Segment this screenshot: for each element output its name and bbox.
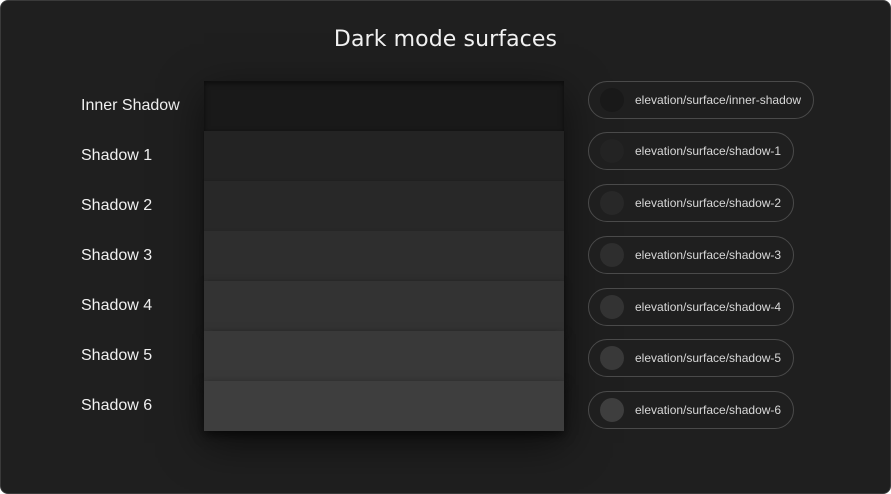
row-label-shadow-5: Shadow 5 — [81, 347, 153, 364]
row-label-shadow-6: Shadow 6 — [81, 397, 153, 414]
color-dot-icon — [600, 139, 624, 163]
token-chip-shadow-2[interactable]: elevation/surface/shadow-2 — [588, 184, 795, 222]
token-chip-shadow-4[interactable]: elevation/surface/shadow-4 — [588, 288, 795, 326]
token-name: elevation/surface/shadow-4 — [635, 300, 782, 314]
row-labels: Inner Shadow Shadow 1 Shadow 2 Shadow 3 … — [81, 81, 201, 431]
token-name: elevation/surface/shadow-5 — [635, 351, 782, 365]
swatch-shadow-6 — [204, 381, 564, 431]
surface-swatch-stack — [204, 81, 564, 431]
color-dot-icon — [600, 88, 624, 112]
token-name: elevation/surface/shadow-3 — [635, 248, 782, 262]
color-dot-icon — [600, 191, 624, 215]
token-name: elevation/surface/inner-shadow — [635, 93, 802, 107]
color-dot-icon — [600, 295, 624, 319]
token-chip-inner-shadow[interactable]: elevation/surface/inner-shadow — [588, 81, 815, 119]
color-dot-icon — [600, 346, 624, 370]
swatch-shadow-3 — [204, 231, 564, 281]
token-chip-shadow-5[interactable]: elevation/surface/shadow-5 — [588, 339, 795, 377]
color-dot-icon — [600, 398, 624, 422]
swatch-shadow-5 — [204, 331, 564, 381]
token-chip-shadow-1[interactable]: elevation/surface/shadow-1 — [588, 132, 795, 170]
token-name: elevation/surface/shadow-1 — [635, 144, 782, 158]
row-label-inner-shadow: Inner Shadow — [81, 97, 180, 114]
row-label-shadow-3: Shadow 3 — [81, 247, 153, 264]
row-label-shadow-4: Shadow 4 — [81, 297, 153, 314]
swatch-shadow-1 — [204, 131, 564, 181]
token-name: elevation/surface/shadow-2 — [635, 196, 782, 210]
swatch-inner-shadow — [204, 81, 564, 131]
swatch-shadow-2 — [204, 181, 564, 231]
token-name: elevation/surface/shadow-6 — [635, 403, 782, 417]
row-label-shadow-2: Shadow 2 — [81, 197, 153, 214]
swatch-shadow-4 — [204, 281, 564, 331]
token-chip-shadow-3[interactable]: elevation/surface/shadow-3 — [588, 236, 795, 274]
color-dot-icon — [600, 243, 624, 267]
token-chip-shadow-6[interactable]: elevation/surface/shadow-6 — [588, 391, 795, 429]
page-title: Dark mode surfaces — [333, 27, 558, 52]
row-label-shadow-1: Shadow 1 — [81, 147, 153, 164]
surfaces-card: Dark mode surfaces Inner Shadow Shadow 1… — [0, 0, 891, 494]
